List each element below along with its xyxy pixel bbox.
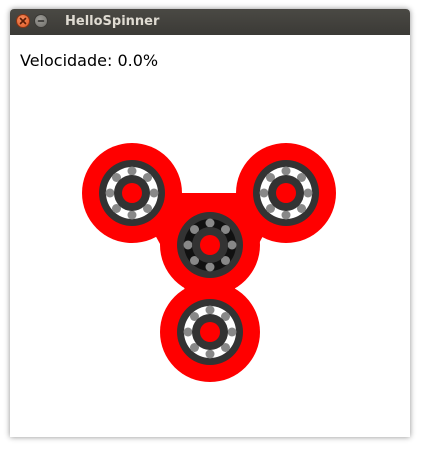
app-window: HelloSpinner Velocidade: 0.0% — [10, 9, 410, 437]
bearing-top-left — [99, 160, 165, 226]
minimize-icon — [37, 20, 45, 22]
bearing-top-right — [253, 160, 319, 226]
close-button[interactable] — [16, 14, 30, 28]
fidget-spinner[interactable] — [10, 35, 410, 437]
title-bar[interactable]: HelloSpinner — [10, 9, 410, 35]
bearing-center — [177, 212, 243, 278]
canvas-area[interactable]: Velocidade: 0.0% — [10, 35, 410, 437]
minimize-button[interactable] — [34, 14, 48, 28]
window-title: HelloSpinner — [65, 14, 160, 29]
close-icon — [19, 17, 27, 25]
bearing-bottom — [177, 299, 243, 365]
